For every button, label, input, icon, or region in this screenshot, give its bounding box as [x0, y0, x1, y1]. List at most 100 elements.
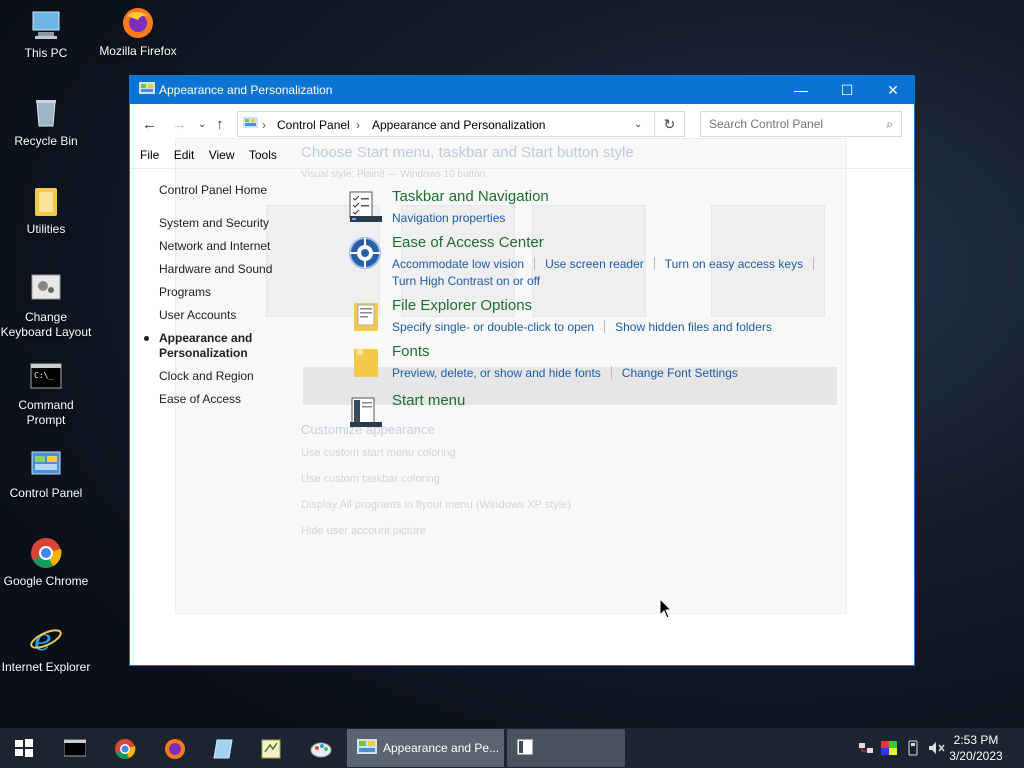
taskbar-task-control-panel[interactable]: Appearance and Pe...: [347, 729, 504, 767]
menu-bar: File Edit View Tools: [140, 148, 288, 168]
link-accommodate-low-vision[interactable]: Accommodate low vision: [392, 256, 524, 273]
ghost-option: Hide user account picture: [301, 525, 426, 537]
title-bar[interactable]: Appearance and Personalization — ☐ ✕: [130, 76, 914, 104]
firefox-icon: [164, 738, 185, 759]
link-separator: [534, 257, 536, 270]
svg-text:e: e: [34, 623, 52, 656]
nav-appearance-and-personalization[interactable]: Appearance and Personalization: [144, 331, 299, 361]
chrome-icon: [114, 738, 136, 759]
control-panel-icon: [29, 448, 63, 482]
menu-edit[interactable]: Edit: [174, 148, 195, 162]
menu-tools[interactable]: Tools: [249, 148, 277, 162]
ghost-heading: Choose Start menu, taskbar and Start but…: [301, 144, 634, 161]
desktop-icon-command-prompt[interactable]: C:\_ Command Prompt: [0, 360, 92, 428]
up-arrow-icon[interactable]: ↑: [216, 116, 224, 133]
command-prompt-icon: C:\_: [29, 360, 63, 394]
nav-programs[interactable]: Programs: [159, 285, 299, 300]
firefox-icon: [121, 6, 155, 40]
address-dropdown-chevron-icon[interactable]: ⌄: [634, 119, 642, 130]
control-panel-icon: [357, 739, 377, 760]
category-title[interactable]: Start menu: [392, 392, 465, 409]
refresh-button[interactable]: ↻: [655, 111, 685, 137]
desktop-icon-label: Control Panel: [9, 486, 83, 500]
link-separator: [653, 257, 655, 270]
category-title[interactable]: Ease of Access Center: [392, 234, 544, 251]
link-navigation-properties[interactable]: Navigation properties: [392, 210, 505, 227]
link-single-double-click[interactable]: Specify single- or double-click to open: [392, 319, 594, 336]
taskbar-task-start-menu[interactable]: [507, 729, 625, 767]
link-use-screen-reader[interactable]: Use screen reader: [545, 256, 644, 273]
nav-clock-and-region[interactable]: Clock and Region: [159, 369, 299, 384]
link-show-hidden-files[interactable]: Show hidden files and folders: [615, 319, 772, 336]
desktop-icon-internet-explorer[interactable]: e Internet Explorer: [0, 622, 92, 675]
nav-user-accounts[interactable]: User Accounts: [159, 308, 299, 323]
recent-locations-chevron-icon[interactable]: ⌄: [198, 119, 206, 130]
desktop-icon-utilities[interactable]: Utilities: [0, 184, 92, 237]
search-box[interactable]: ⌕: [700, 111, 902, 137]
desktop-icon-firefox[interactable]: Mozilla Firefox: [92, 6, 184, 59]
desktop-icon-label: Command Prompt: [18, 398, 74, 427]
category-title[interactable]: Taskbar and Navigation: [392, 188, 549, 205]
desktop-icon-label: Recycle Bin: [14, 134, 78, 148]
back-arrow-icon[interactable]: ←: [142, 116, 157, 133]
close-button[interactable]: ✕: [870, 76, 916, 104]
taskbar-command-prompt[interactable]: [50, 728, 98, 768]
desktop-icon-google-chrome[interactable]: Google Chrome: [0, 536, 92, 589]
taskbar-app-blue[interactable]: [198, 728, 246, 768]
chrome-icon: [29, 536, 63, 570]
svg-text:C:\_: C:\_: [34, 371, 53, 380]
desktop-icon-label: Change Keyboard Layout: [0, 310, 92, 339]
category-links: Accommodate low vision Use screen reader T…: [392, 256, 892, 290]
category-links: Specify single- or double-click to open S…: [392, 319, 892, 336]
start-menu-icon: [516, 738, 537, 760]
taskbar-paint[interactable]: [296, 728, 344, 768]
breadcrumb-separator-icon: ›: [262, 118, 266, 132]
desktop-icon-this-pc[interactable]: This PC: [0, 8, 92, 61]
taskbar-chrome[interactable]: [100, 728, 148, 768]
search-input[interactable]: [709, 117, 869, 131]
nav-system-and-security[interactable]: System and Security: [159, 216, 299, 231]
display-tray-icon[interactable]: [881, 740, 897, 756]
link-preview-fonts[interactable]: Preview, delete, or show and hide fonts: [392, 365, 601, 382]
link-separator: [813, 257, 815, 270]
address-bar[interactable]: › Control Panel › Appearance and Persona…: [237, 111, 655, 137]
taskbar-text-editor[interactable]: [246, 728, 294, 768]
search-icon[interactable]: ⌕: [886, 117, 893, 132]
menu-view[interactable]: View: [209, 148, 235, 162]
desktop-icon-recycle-bin[interactable]: Recycle Bin: [0, 96, 92, 149]
network-tray-icon[interactable]: [858, 740, 874, 756]
window-app-icon: [139, 82, 155, 96]
notes-app-icon: [212, 738, 233, 759]
nav-hardware-and-sound[interactable]: Hardware and Sound: [159, 262, 299, 277]
minimize-button[interactable]: —: [778, 76, 824, 104]
category-title[interactable]: File Explorer Options: [392, 297, 532, 314]
breadcrumb-control-panel[interactable]: Control Panel: [277, 118, 350, 132]
notepad-icon: [260, 738, 281, 759]
command-prompt-icon: [63, 738, 87, 758]
ease-of-access-icon: [348, 236, 382, 270]
category-title[interactable]: Fonts: [392, 343, 430, 360]
volume-muted-icon[interactable]: [928, 740, 945, 756]
breadcrumb-appearance[interactable]: Appearance and Personalization: [372, 118, 545, 132]
nav-control-panel-home[interactable]: Control Panel Home: [159, 183, 299, 198]
link-change-font-settings[interactable]: Change Font Settings: [622, 365, 738, 382]
link-easy-access-keys[interactable]: Turn on easy access keys: [665, 256, 803, 273]
usb-tray-icon[interactable]: [905, 740, 921, 756]
desktop-icon-change-keyboard-layout[interactable]: Change Keyboard Layout: [0, 272, 92, 340]
system-clock[interactable]: 2:53 PM 3/20/2023: [946, 732, 1006, 764]
menu-file[interactable]: File: [140, 148, 159, 162]
task-label: Appearance and Pe...: [383, 741, 500, 755]
taskbar-firefox[interactable]: [150, 728, 198, 768]
link-high-contrast[interactable]: Turn High Contrast on or off: [392, 273, 540, 290]
nav-ease-of-access[interactable]: Ease of Access: [159, 392, 299, 407]
this-pc-icon: [29, 8, 63, 42]
desktop-icon-control-panel[interactable]: Control Panel: [0, 448, 92, 501]
paint-palette-icon: [310, 738, 332, 758]
mouse-cursor-icon: [659, 597, 673, 623]
start-button[interactable]: [0, 728, 48, 768]
forward-arrow-icon[interactable]: →: [172, 116, 187, 133]
desktop-icon-label: Mozilla Firefox: [99, 44, 177, 58]
nav-network-and-internet[interactable]: Network and Internet: [159, 239, 299, 254]
maximize-button[interactable]: ☐: [824, 76, 870, 104]
category-links: Navigation properties: [392, 210, 892, 227]
